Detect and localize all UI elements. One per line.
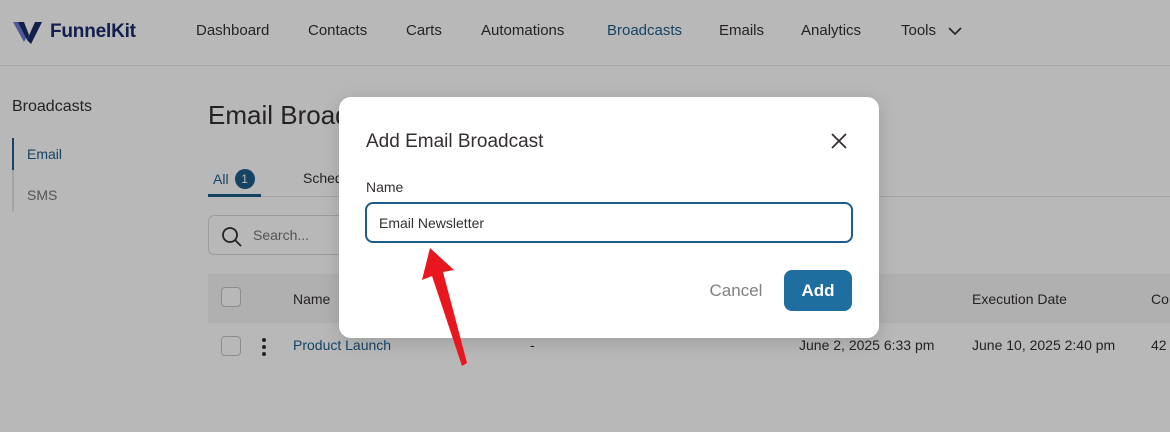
add-button[interactable]: Add	[784, 270, 852, 311]
close-icon[interactable]	[829, 131, 849, 151]
annotation-arrow-icon	[422, 248, 467, 366]
name-field-label: Name	[366, 179, 404, 195]
cancel-button[interactable]: Cancel	[691, 270, 781, 311]
broadcast-name-input[interactable]	[365, 202, 853, 243]
modal-title: Add Email Broadcast	[366, 131, 544, 152]
